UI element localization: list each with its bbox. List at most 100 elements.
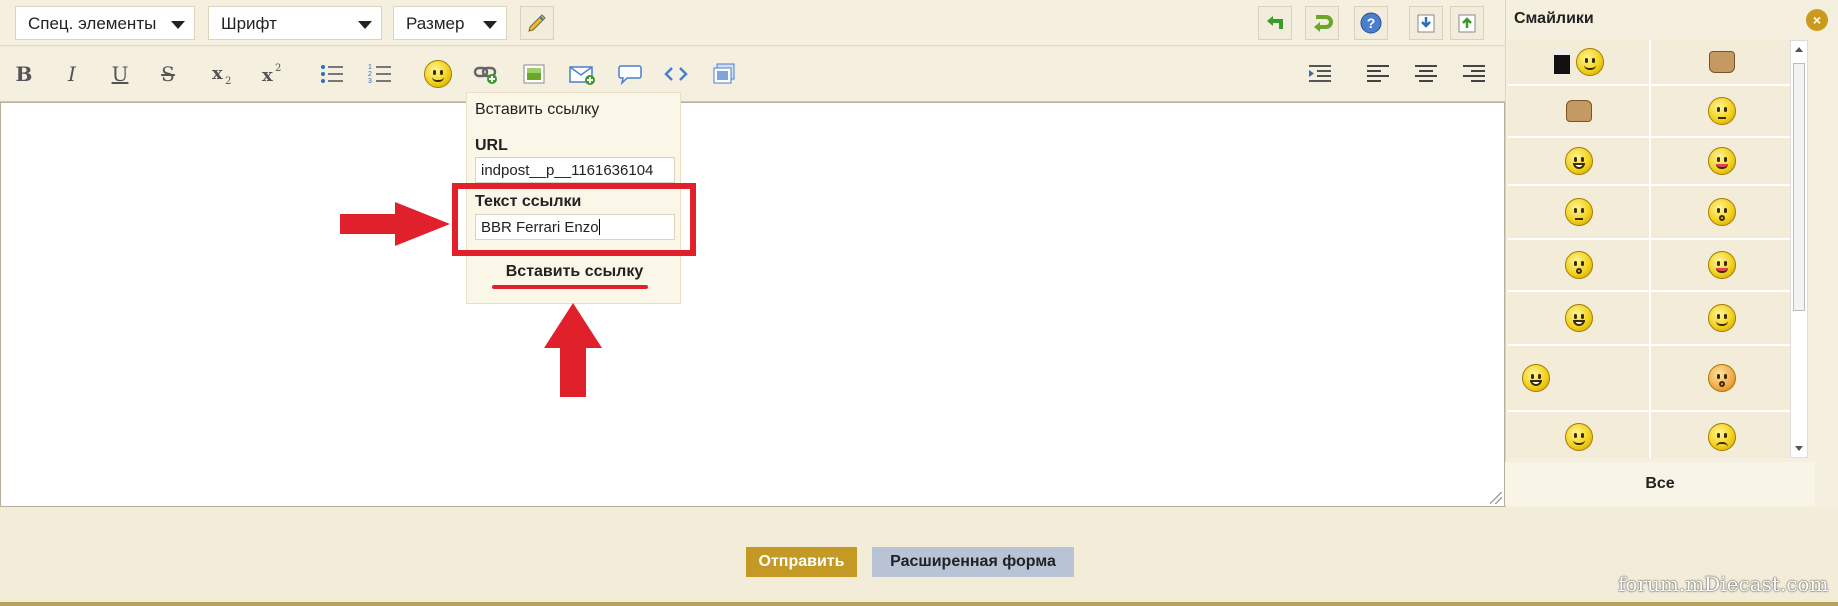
chevron-down-icon xyxy=(483,21,497,29)
surprised-smiley-icon[interactable] xyxy=(1651,186,1792,238)
bottom-border xyxy=(0,602,1838,606)
tongue-smiley-icon[interactable] xyxy=(1651,138,1792,184)
svg-text:x: x xyxy=(212,63,223,84)
sad-smiley-icon[interactable] xyxy=(1651,412,1792,458)
underline-button[interactable]: U xyxy=(102,56,138,92)
code-icon xyxy=(664,67,688,81)
svg-text:1: 1 xyxy=(368,64,372,71)
smiley-row xyxy=(1508,240,1794,290)
align-right-button[interactable] xyxy=(1456,56,1492,92)
advanced-form-button[interactable]: Расширенная форма xyxy=(872,547,1074,577)
link-icon xyxy=(473,66,497,84)
bullet-list-button[interactable] xyxy=(314,56,350,92)
numbered-list-icon: 123 xyxy=(368,64,391,85)
redo-button[interactable] xyxy=(1305,6,1339,40)
help-button[interactable]: ? xyxy=(1354,6,1388,40)
undo-button[interactable] xyxy=(1258,6,1292,40)
bold-icon: B xyxy=(15,62,33,86)
svg-text:x: x xyxy=(262,65,273,86)
smile-smiley-icon[interactable] xyxy=(1651,292,1792,344)
numbered-list-button[interactable]: 123 xyxy=(362,56,398,92)
pencil-icon xyxy=(528,14,546,32)
insert-smiley-button[interactable] xyxy=(420,56,456,92)
special-elements-dropdown[interactable]: Спец. элементы xyxy=(15,6,195,40)
image-icon xyxy=(523,64,545,84)
superscript-button[interactable]: x2 xyxy=(256,56,292,92)
email-icon xyxy=(569,66,595,85)
smiley-row xyxy=(1508,186,1794,238)
undo-icon xyxy=(1267,16,1283,29)
toolbar-top: Спец. элементы Шрифт Размер ? xyxy=(0,0,1505,46)
happy-smiley-icon[interactable] xyxy=(1508,412,1649,458)
size-label: Размер xyxy=(406,14,465,33)
send-button[interactable]: Отправить xyxy=(746,547,857,577)
all-smileys-link[interactable]: Все xyxy=(1505,462,1815,506)
size-dropdown[interactable]: Размер xyxy=(393,6,507,40)
font-dropdown[interactable]: Шрифт xyxy=(208,6,382,40)
message-textarea[interactable] xyxy=(0,102,1505,507)
insert-quote-button[interactable] xyxy=(612,56,648,92)
download-button[interactable] xyxy=(1409,6,1443,40)
upload-button[interactable] xyxy=(1450,6,1484,40)
help-icon: ? xyxy=(1360,12,1382,34)
indent-button[interactable] xyxy=(1302,56,1338,92)
align-center-button[interactable] xyxy=(1408,56,1444,92)
popup-title: Вставить ссылку xyxy=(475,101,600,118)
scrollbar-thumb[interactable] xyxy=(1793,63,1805,311)
insert-link-submit-button[interactable]: Вставить ссылку xyxy=(467,263,682,281)
smiley-row xyxy=(1508,292,1794,344)
editor: Спец. элементы Шрифт Размер ? B I U S x … xyxy=(0,0,1505,508)
confused-smiley-icon[interactable] xyxy=(1508,240,1649,290)
subscript-icon: x2 xyxy=(212,63,231,87)
svg-text:2: 2 xyxy=(368,71,372,78)
insert-email-button[interactable] xyxy=(564,56,600,92)
strikethrough-button[interactable]: S xyxy=(150,56,186,92)
scroll-down-icon[interactable] xyxy=(1795,446,1803,451)
smiley-row xyxy=(1508,40,1794,84)
align-left-button[interactable] xyxy=(1360,56,1396,92)
insert-link-button[interactable] xyxy=(468,56,504,92)
color-picker-button[interactable] xyxy=(520,6,554,40)
svg-text:?: ? xyxy=(1367,15,1376,31)
underline-icon: U xyxy=(111,62,129,86)
toolbar-format: B I U S x2 x2 123 xyxy=(0,48,1505,102)
resize-grip-icon[interactable] xyxy=(1490,492,1502,504)
smileys-title: Смайлики xyxy=(1514,10,1594,27)
smileys-scrollbar[interactable] xyxy=(1790,40,1808,458)
url-field[interactable]: indpost__p__1161636104 xyxy=(475,157,675,183)
smiley-row xyxy=(1508,138,1794,184)
thumbs-up-icon[interactable] xyxy=(1508,86,1649,136)
insert-image-button[interactable] xyxy=(516,56,552,92)
special-elements-label: Спец. элементы xyxy=(28,14,157,33)
annotation-underline xyxy=(492,285,648,289)
insert-media-button[interactable] xyxy=(706,56,742,92)
close-icon[interactable]: × xyxy=(1806,9,1828,31)
watermark: forum.mDiecast.com xyxy=(1618,572,1829,596)
big-grin-smiley-icon[interactable] xyxy=(1508,292,1649,344)
rolling-eyes-smiley-icon[interactable] xyxy=(1651,86,1792,136)
insert-code-button[interactable] xyxy=(658,56,694,92)
smileys-grid xyxy=(1508,40,1794,458)
superscript-icon: x2 xyxy=(262,63,281,86)
align-center-icon xyxy=(1415,65,1437,82)
redo-icon xyxy=(1314,15,1333,32)
italic-button[interactable]: I xyxy=(54,56,90,92)
scroll-up-icon[interactable] xyxy=(1795,47,1803,52)
thumbs-down-icon[interactable] xyxy=(1651,40,1792,84)
media-icon xyxy=(713,63,735,84)
annotation-arrow-right-icon xyxy=(340,202,450,246)
upload-icon xyxy=(1458,14,1476,33)
font-label: Шрифт xyxy=(221,14,277,33)
shocked-smiley-icon[interactable] xyxy=(1651,346,1792,410)
crazy-smiley-icon[interactable] xyxy=(1651,240,1792,290)
annotation-highlight-box xyxy=(452,183,696,256)
neutral-smiley-icon[interactable] xyxy=(1508,186,1649,238)
align-left-icon xyxy=(1367,65,1389,82)
url-value: indpost__p__1161636104 xyxy=(481,162,654,179)
bold-button[interactable]: B xyxy=(6,56,42,92)
svg-text:3: 3 xyxy=(368,78,372,85)
laughing-smiley-icon[interactable] xyxy=(1508,138,1649,184)
beer-smiley-icon[interactable] xyxy=(1508,40,1649,84)
subscript-button[interactable]: x2 xyxy=(206,56,242,92)
dancing-smiley-icon[interactable] xyxy=(1508,346,1650,410)
